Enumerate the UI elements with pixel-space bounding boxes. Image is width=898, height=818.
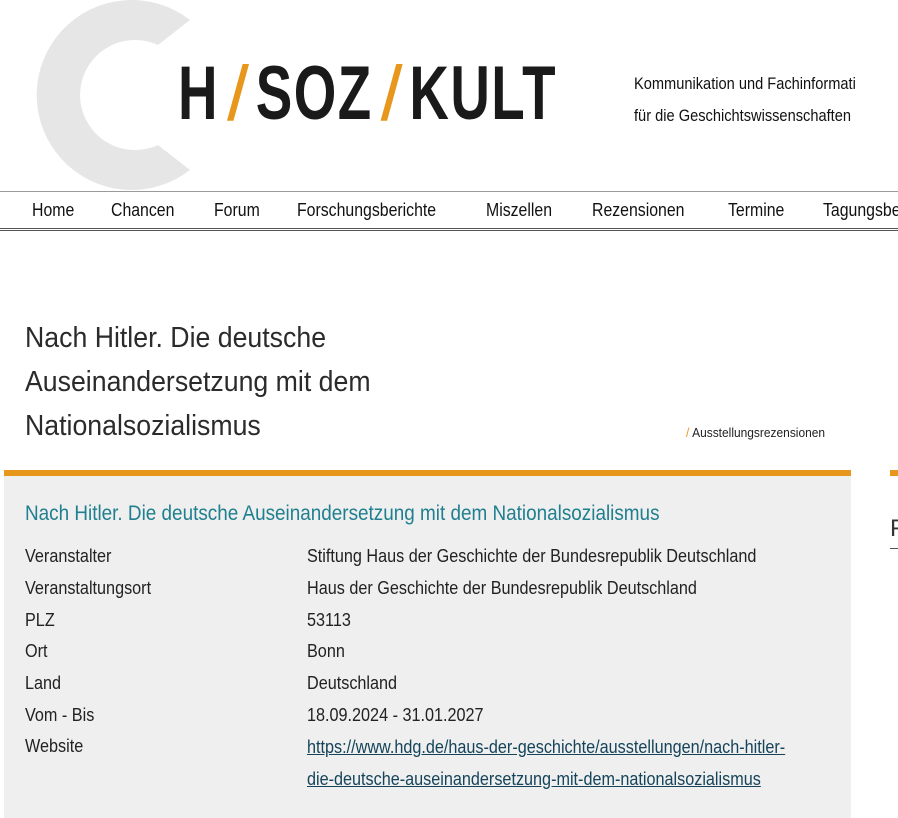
info-value: 53113	[307, 610, 351, 630]
info-label: Veranstaltungsort	[25, 578, 152, 598]
event-info-box: Nach Hitler. Die deutsche Auseinanderset…	[4, 470, 851, 818]
info-value: 18.09.2024 - 31.01.2027	[307, 705, 484, 725]
info-label: Ort	[25, 641, 48, 661]
page-title-line-2: Auseinandersetzung mit dem	[25, 366, 371, 398]
site-tagline: Kommunikation und Fachinformati für die …	[634, 68, 856, 132]
info-value: Bonn	[307, 641, 345, 661]
event-info-title: Nach Hitler. Die deutsche Auseinanderset…	[25, 502, 660, 525]
logo-h: H	[178, 50, 219, 136]
info-value: Haus der Geschichte der Bundesrepublik D…	[307, 578, 697, 598]
info-label: Land	[25, 673, 62, 693]
logo-arc-graphic	[36, 0, 190, 190]
info-value: Deutschland	[307, 673, 398, 693]
tagline-line-1: Kommunikation und Fachinformati	[634, 74, 856, 93]
nav-item-tagungsberichte[interactable]: Tagungsberichte	[823, 200, 898, 221]
nav-item-termine[interactable]: Termine	[728, 200, 784, 221]
website-link-line-2[interactable]: die-deutsche-auseinandersetzung-mit-dem-…	[307, 769, 761, 789]
main-navigation: Home Chancen Forum Forschungsberichte Mi…	[0, 191, 898, 231]
sidebar-accent-bar	[890, 470, 898, 476]
tagline-line-2: für die Geschichtswissenschaften	[634, 106, 851, 125]
website-link-line-1[interactable]: https://www.hdg.de/haus-der-geschichte/a…	[307, 737, 785, 757]
sidebar-heading-fragment: F	[890, 515, 898, 542]
breadcrumb: / Ausstellungsrezensionen	[686, 425, 825, 440]
sidebar-divider	[890, 548, 898, 549]
page-title: Nach Hitler. Die deutsche Auseinanderset…	[25, 316, 411, 448]
nav-item-rezensionen[interactable]: Rezensionen	[592, 200, 684, 221]
nav-item-home[interactable]: Home	[32, 200, 74, 221]
info-label: PLZ	[25, 610, 55, 630]
nav-item-forum[interactable]: Forum	[214, 200, 260, 221]
info-label: Vom - Bis	[25, 705, 95, 725]
info-label: Veranstalter	[25, 546, 112, 566]
logo-soz: SOZ	[255, 50, 373, 136]
nav-item-miszellen[interactable]: Miszellen	[486, 200, 552, 221]
breadcrumb-separator: /	[686, 425, 690, 440]
nav-item-chancen[interactable]: Chancen	[111, 200, 174, 221]
breadcrumb-link-ausstellungsrezensionen[interactable]: Ausstellungsrezensionen	[692, 425, 825, 440]
page-title-line-1: Nach Hitler. Die deutsche	[25, 322, 327, 354]
info-label: Website	[25, 736, 84, 756]
logo-slash-1: /	[229, 50, 246, 136]
site-logo[interactable]: H / SOZ / KULT	[178, 50, 557, 136]
info-value: Stiftung Haus der Geschichte der Bundesr…	[307, 546, 757, 566]
logo-kult: KULT	[409, 50, 557, 136]
nav-item-forschungsberichte[interactable]: Forschungsberichte	[297, 200, 436, 221]
website-link[interactable]: https://www.hdg.de/haus-der-geschichte/a…	[307, 731, 785, 795]
page-title-line-3: Nationalsozialismus	[25, 410, 261, 442]
logo-slash-2: /	[382, 50, 400, 136]
